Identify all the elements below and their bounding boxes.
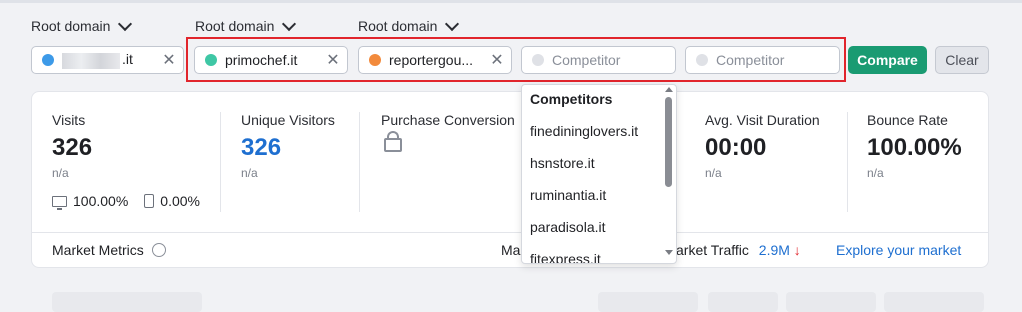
market-metrics-label: Market Metrics <box>52 242 166 258</box>
desktop-icon <box>52 195 67 210</box>
market-traffic: arket Traffic 2.9M ↓ <box>676 242 801 258</box>
market-traffic-value[interactable]: 2.9M <box>759 242 790 258</box>
metric-value: 00:00 <box>705 134 767 161</box>
metric-bounce-rate: Bounce Rate 100.00% n/a <box>867 112 962 180</box>
desktop-share: 100.00% <box>73 193 129 209</box>
metric-visits: Visits 326 n/a <box>52 112 92 180</box>
mobile-icon <box>144 194 155 208</box>
metric-delta: n/a <box>705 166 722 180</box>
domain-value: .it <box>122 51 133 68</box>
dropdown-item[interactable]: finedininglovers.it <box>530 123 638 139</box>
faded-control <box>708 292 778 312</box>
metric-unique-visitors: Unique Visitors 326 n/a <box>241 112 335 180</box>
metric-label: Visits <box>52 112 86 128</box>
clear-button[interactable]: Clear <box>935 46 989 74</box>
scroll-up-arrow-icon[interactable] <box>665 87 673 92</box>
highlight-annotation-box <box>186 37 846 82</box>
root-domain-label: Root domain <box>195 18 275 34</box>
root-domain-label: Root domain <box>358 18 438 34</box>
metric-value[interactable]: 326 <box>241 134 335 162</box>
dropdown-item[interactable]: fitexpress.it <box>530 251 601 263</box>
metric-label: Bounce Rate <box>867 112 948 128</box>
market-metrics-text: Market Metrics <box>52 242 144 258</box>
compare-button[interactable]: Compare <box>848 46 927 74</box>
root-domain-selector-1[interactable]: Root domain <box>31 16 133 34</box>
divider <box>847 112 848 212</box>
competitor-dropdown[interactable]: Competitors finedininglovers.it hsnstore… <box>521 84 677 264</box>
root-domain-label: Root domain <box>31 18 111 34</box>
mobile-share: 0.00% <box>160 193 200 209</box>
dropdown-item[interactable]: ruminantia.it <box>530 187 606 203</box>
faded-section-title <box>52 292 202 312</box>
dropdown-item[interactable]: hsnstore.it <box>530 155 595 171</box>
blurred-domain <box>62 52 120 69</box>
scrollbar-thumb[interactable] <box>665 97 672 187</box>
explore-market-link[interactable]: Explore your market <box>836 242 961 258</box>
domain-color-dot <box>42 54 54 66</box>
metric-label: Avg. Visit Duration <box>705 112 820 128</box>
domain-field-own[interactable]: .it ✕ <box>31 46 184 74</box>
faded-control <box>884 292 984 312</box>
metric-label: Unique Visitors <box>241 112 335 128</box>
metric-avg-visit-duration: Avg. Visit Duration 00:00 n/a <box>705 112 820 180</box>
root-domain-selector-2[interactable]: Root domain <box>195 16 297 34</box>
metric-delta: n/a <box>241 166 258 180</box>
faded-control <box>786 292 876 312</box>
metrics-card: Visits 326 n/a 100.00% 0.00% Unique Visi… <box>31 91 989 268</box>
card-divider <box>32 232 988 233</box>
dropdown-item[interactable]: paradisola.it <box>530 219 606 235</box>
divider <box>220 112 221 212</box>
metric-value: 100.00% <box>867 134 962 161</box>
root-domain-selector-3[interactable]: Root domain <box>358 16 460 34</box>
metric-delta: n/a <box>867 166 884 180</box>
chevron-down-icon <box>118 16 133 32</box>
chevron-down-icon <box>282 16 297 32</box>
metric-delta: n/a <box>52 166 69 180</box>
metric-label: Purchase Conversion <box>381 112 515 128</box>
faded-control <box>598 292 698 312</box>
metric-value: 326 <box>52 134 93 161</box>
divider <box>359 112 360 212</box>
dropdown-header: Competitors <box>530 91 613 107</box>
scroll-down-arrow-icon[interactable] <box>665 250 673 255</box>
device-split: 100.00% 0.00% <box>52 193 200 210</box>
chevron-down-icon <box>445 16 460 32</box>
market-fragment: Ma <box>501 242 521 258</box>
lock-icon <box>384 131 402 152</box>
trend-down-icon: ↓ <box>793 242 801 258</box>
globe-icon[interactable] <box>151 243 166 257</box>
top-divider <box>0 0 1022 3</box>
metric-purchase-conversion: Purchase Conversion <box>381 112 515 128</box>
market-traffic-label: arket Traffic <box>676 242 749 258</box>
close-icon[interactable]: ✕ <box>155 50 183 70</box>
